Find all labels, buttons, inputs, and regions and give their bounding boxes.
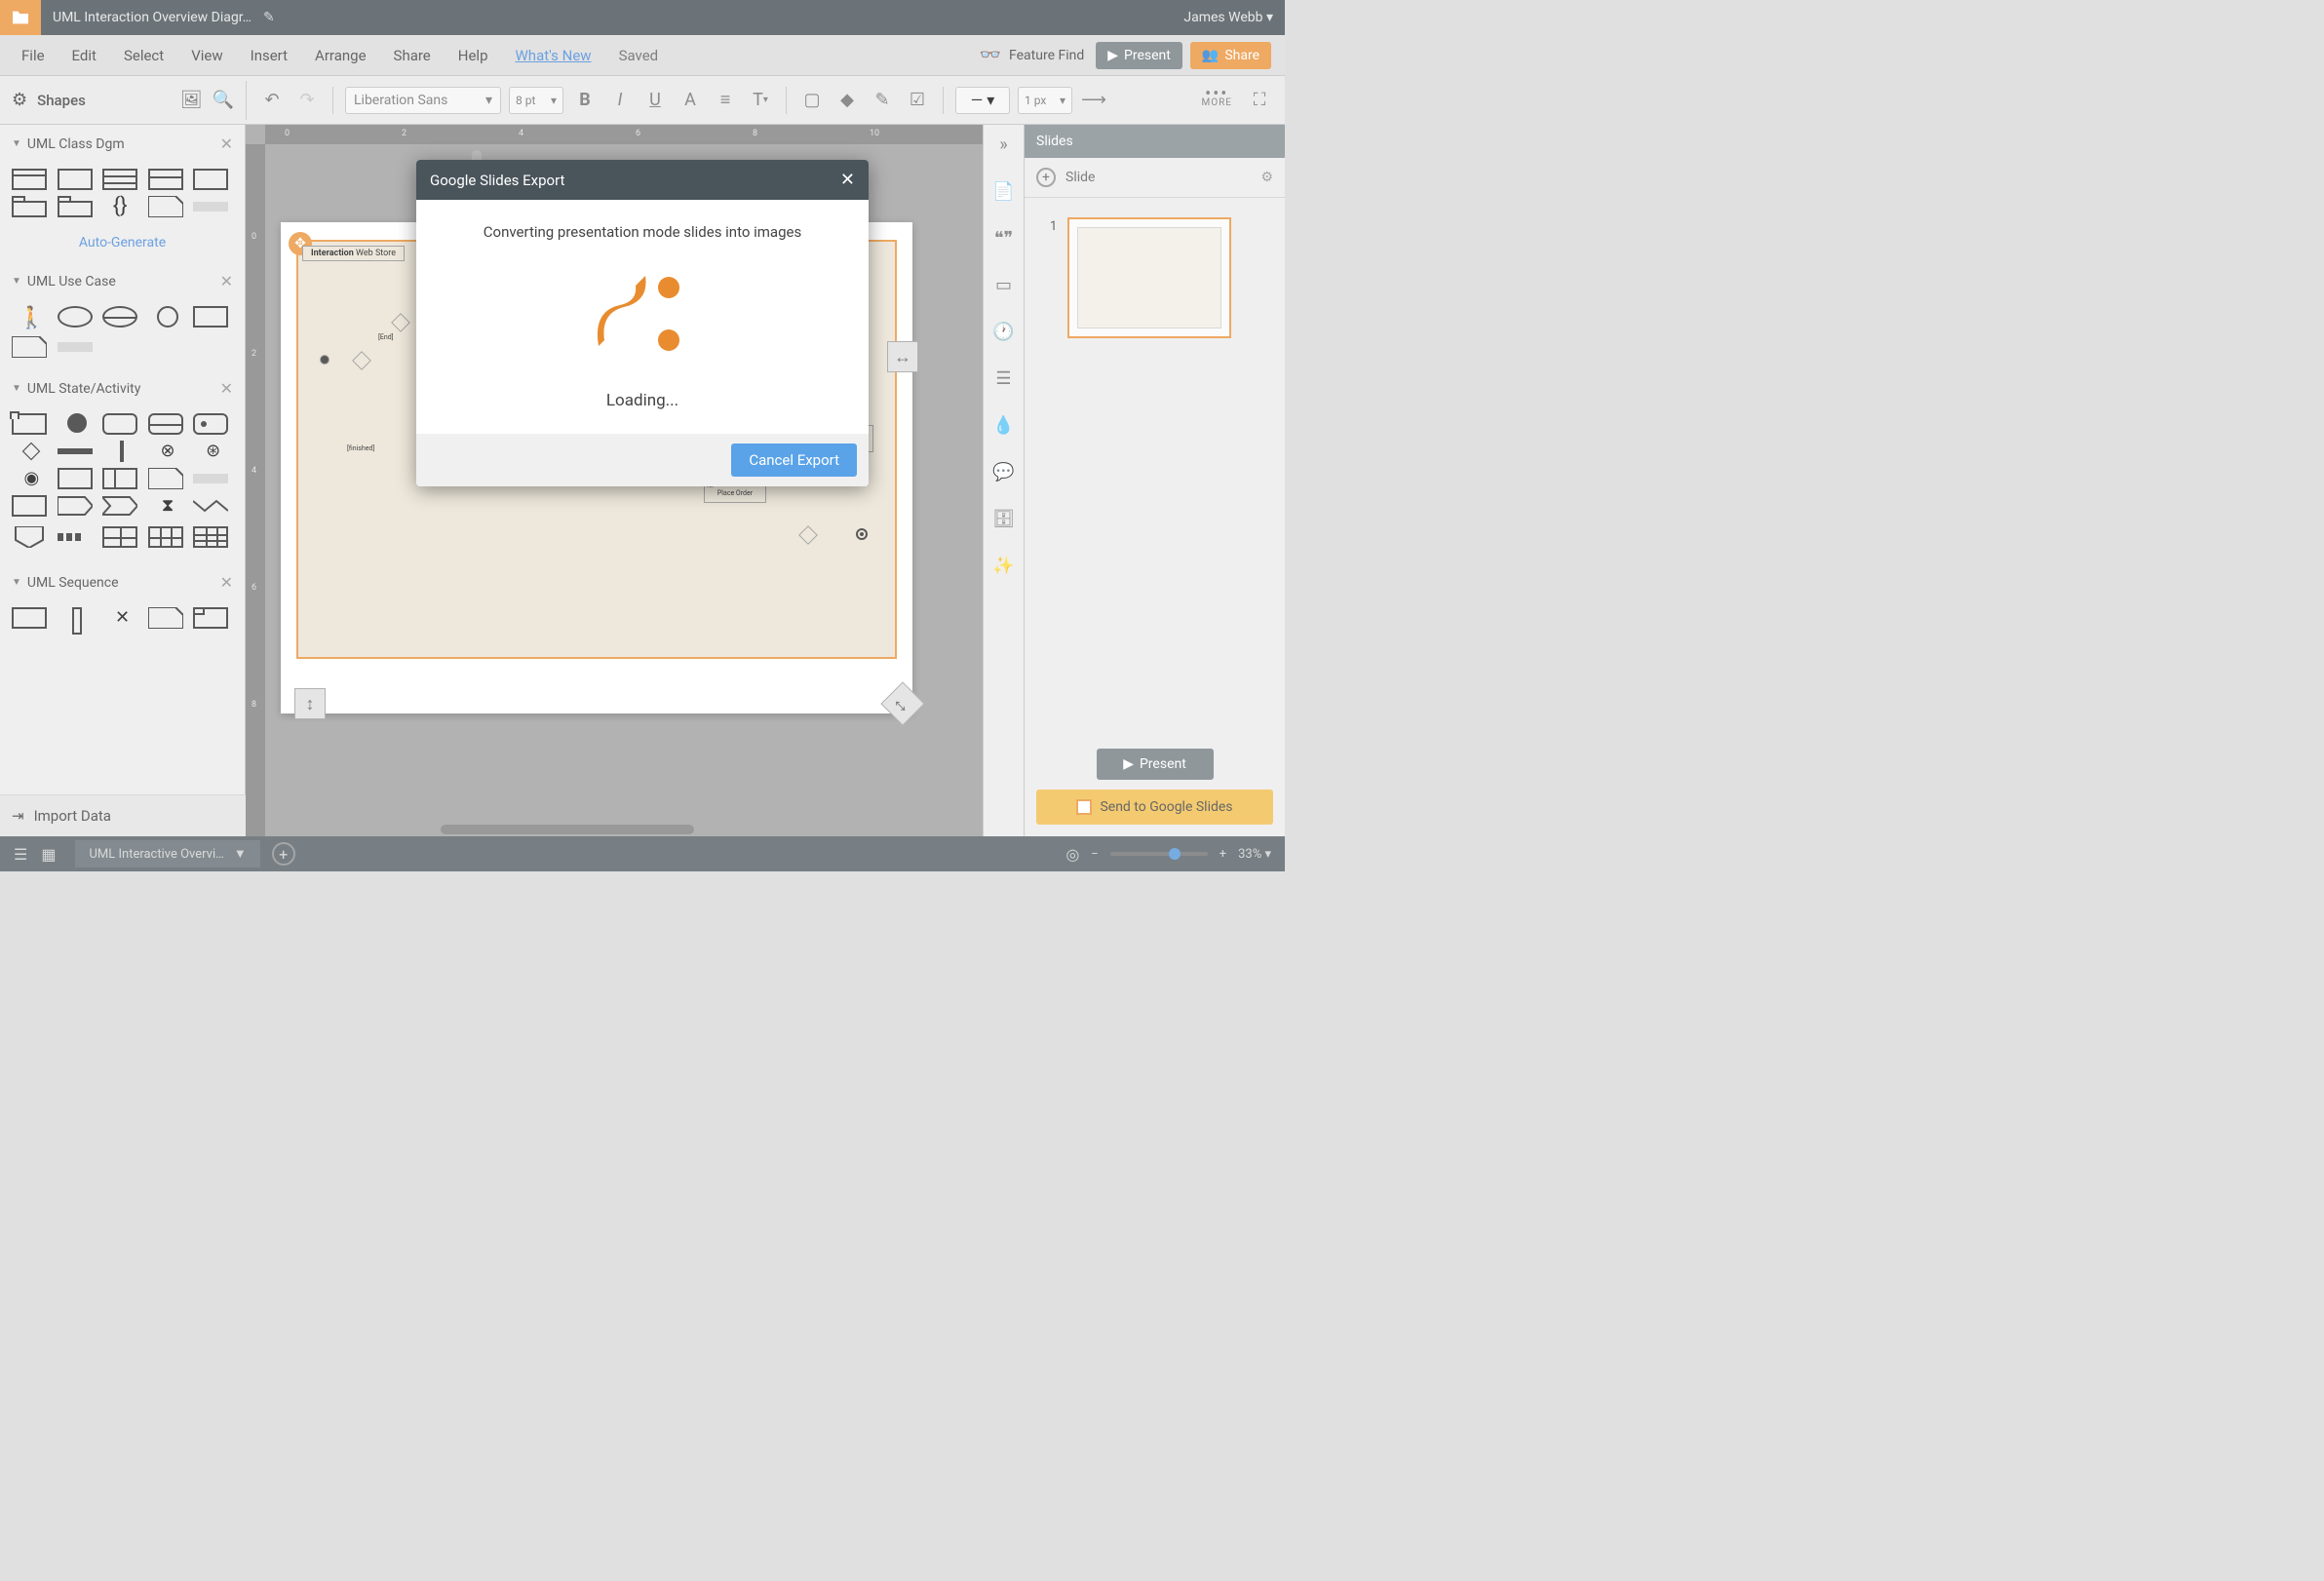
lucid-logo-icon — [589, 272, 696, 360]
modal-message: Converting presentation mode slides into… — [440, 223, 845, 241]
modal-overlay: Google Slides Export ✕ Converting presen… — [0, 0, 1285, 871]
export-modal: Google Slides Export ✕ Converting presen… — [416, 160, 869, 486]
modal-title: Google Slides Export — [430, 172, 564, 189]
close-modal-icon[interactable]: ✕ — [840, 170, 855, 190]
modal-header: Google Slides Export ✕ — [416, 160, 869, 200]
cancel-export-button[interactable]: Cancel Export — [731, 443, 857, 477]
loading-text: Loading... — [440, 391, 845, 410]
